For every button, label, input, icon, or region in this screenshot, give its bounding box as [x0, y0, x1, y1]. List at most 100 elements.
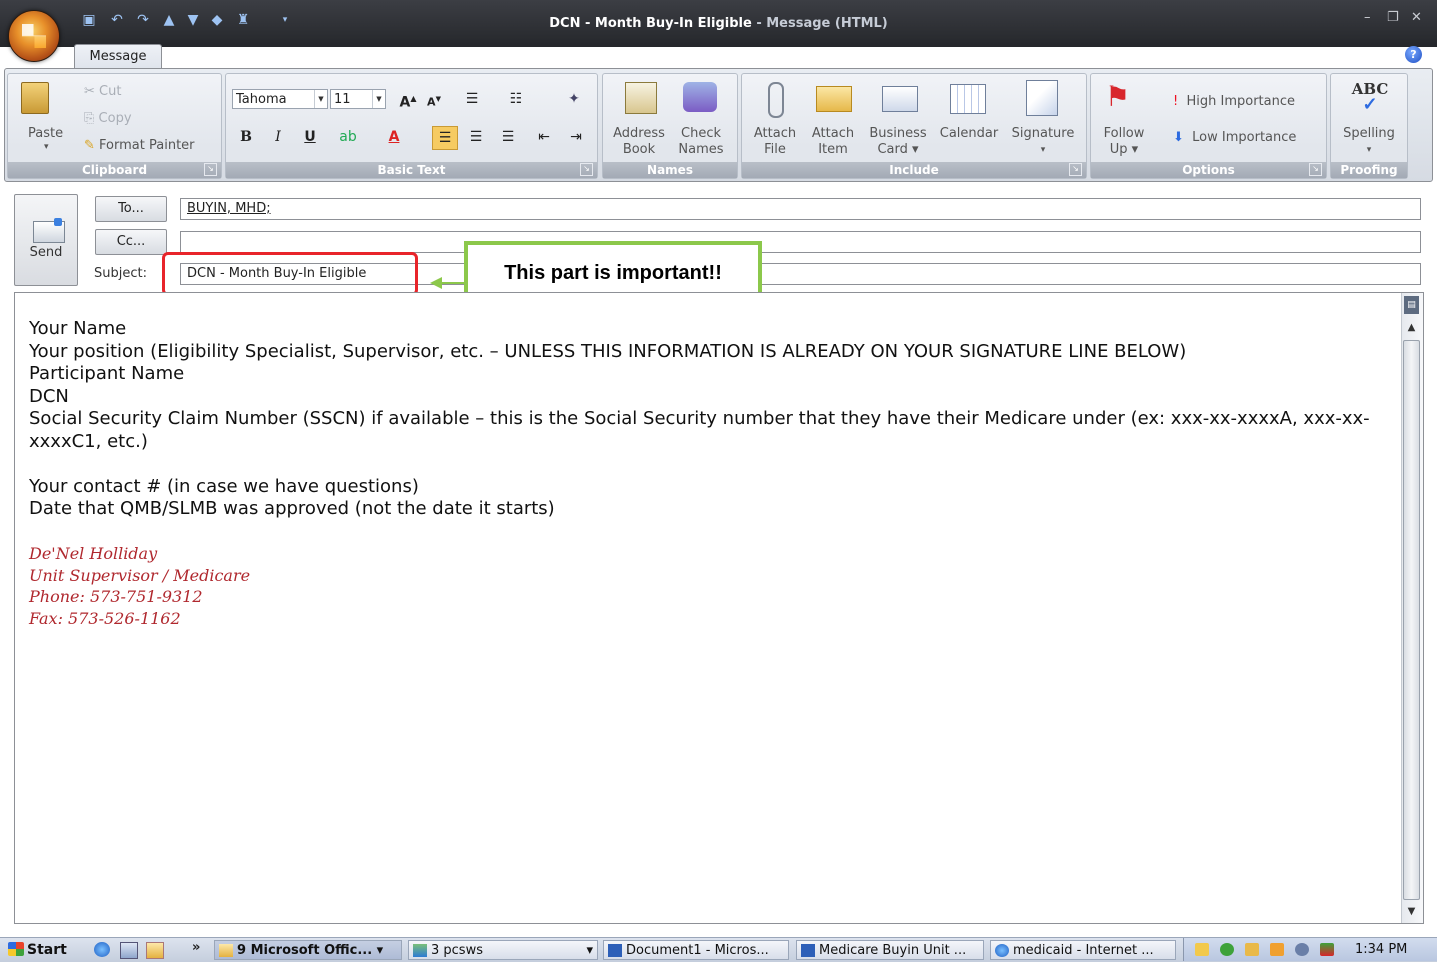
business-card-button[interactable]: Business Card ▾	[862, 126, 934, 158]
scroll-down-icon[interactable]: ▼	[1404, 906, 1419, 917]
options-group: ⚑ Follow Up ▾ ! High Importance ⬇ Low Im…	[1090, 73, 1327, 179]
paste-button[interactable]: Paste	[28, 126, 63, 141]
follow-up-button[interactable]: Follow Up ▾	[1093, 126, 1155, 158]
body-line: Your Name	[29, 318, 127, 339]
tab-insert[interactable]: Insert	[176, 44, 246, 68]
mail-tray-icon[interactable]	[1195, 943, 1209, 956]
paste-icon[interactable]	[21, 82, 49, 114]
clipboard-launcher-icon[interactable]: ↘	[204, 163, 217, 176]
scroll-up-icon[interactable]: ▲	[1404, 322, 1419, 333]
body-line: Social Security Claim Number (SSCN) if a…	[29, 408, 1370, 452]
outlook-quicklaunch-icon[interactable]	[146, 942, 164, 959]
italic-icon[interactable]: I	[266, 126, 290, 148]
ie-icon	[995, 944, 1009, 957]
tab-developer[interactable]: Developer	[482, 44, 578, 68]
send-button[interactable]	[14, 194, 78, 286]
signature-title: Unit Supervisor / Medicare	[29, 565, 251, 585]
business-card-icon[interactable]	[882, 86, 918, 112]
taskbar-item-pcsws[interactable]: 3 pcsws ▾	[408, 940, 598, 960]
align-left-icon[interactable]: ☰	[432, 126, 458, 150]
format-painter-button[interactable]: ✎ Format Painter	[84, 138, 195, 153]
outlook-tray-icon[interactable]	[1245, 943, 1259, 956]
signature-button[interactable]: Signature	[1004, 126, 1082, 142]
font-dropdown-icon[interactable]: ▼	[314, 90, 327, 108]
signature-icon[interactable]	[1026, 80, 1058, 116]
bullets-icon[interactable]: ☰	[460, 88, 484, 110]
spelling-dropdown-icon[interactable]: ▾	[1331, 142, 1407, 158]
quicklaunch-more-icon[interactable]: »	[192, 940, 200, 955]
message-body-text[interactable]: Your Name Your position (Eligibility Spe…	[29, 318, 1379, 521]
taskbar-item-medicare-buyin[interactable]: Medicare Buyin Unit ...	[796, 940, 984, 960]
paperclip-icon[interactable]	[768, 82, 784, 118]
office-button[interactable]	[8, 10, 60, 62]
font-color-icon[interactable]: A	[382, 126, 406, 148]
close-icon[interactable]: ✕	[1411, 10, 1422, 25]
options-launcher-icon[interactable]: ↘	[1309, 163, 1322, 176]
underline-icon[interactable]: U	[298, 126, 322, 148]
network-tray-icon[interactable]	[1220, 943, 1234, 956]
cc-button[interactable]: Cc...	[95, 229, 167, 255]
basic-text-launcher-icon[interactable]: ↘	[580, 163, 593, 176]
cc-field[interactable]	[180, 231, 1421, 253]
low-importance-icon: ⬇	[1173, 130, 1184, 145]
attach-file-button[interactable]: Attach File	[746, 126, 804, 158]
restore-icon[interactable]: ❐	[1387, 10, 1399, 25]
size-dropdown-icon[interactable]: ▼	[372, 90, 385, 108]
signature-name: De'Nel Holliday	[29, 544, 158, 563]
spelling-icon[interactable]: ABC ✓	[1345, 80, 1395, 114]
bold-icon[interactable]: B	[234, 126, 258, 148]
font-size-combo[interactable]: 11 ▼	[330, 89, 386, 109]
grow-font-icon[interactable]: A▲	[396, 88, 420, 111]
to-field[interactable]: BUYIN, MHD;	[180, 198, 1421, 220]
cut-button[interactable]: ✂ Cut	[84, 84, 121, 99]
window-title: DCN - Month Buy-In Eligible - Message (H…	[549, 16, 888, 31]
high-importance-button[interactable]: ! High Importance	[1173, 94, 1295, 109]
attach-item-icon[interactable]	[816, 86, 852, 112]
update-tray-icon[interactable]	[1295, 943, 1309, 956]
address-book-icon[interactable]	[625, 82, 657, 114]
calendar-button[interactable]: Calendar	[932, 126, 1006, 142]
low-importance-button[interactable]: ⬇ Low Importance	[1173, 130, 1296, 145]
desktop-quicklaunch-icon[interactable]	[120, 942, 138, 959]
attach-item-button[interactable]: Attach Item	[804, 126, 862, 158]
to-button[interactable]: To...	[95, 196, 167, 222]
align-right-icon[interactable]: ☰	[496, 126, 520, 148]
body-line	[29, 453, 1379, 476]
decrease-indent-icon[interactable]: ⇤	[532, 126, 556, 148]
align-center-icon[interactable]: ☰	[464, 126, 488, 148]
annotation-arrow-line	[440, 282, 466, 284]
font-name-combo[interactable]: Tahoma ▼	[232, 89, 328, 109]
ruler-toggle-icon[interactable]: ▤	[1404, 296, 1419, 314]
copy-button[interactable]: ⎘ Copy	[84, 111, 132, 126]
tab-format-text[interactable]: Format Text	[359, 44, 463, 68]
check-names-icon[interactable]	[683, 82, 717, 112]
numbering-icon[interactable]: ☷	[504, 88, 528, 110]
clock[interactable]: 1:34 PM	[1355, 942, 1407, 957]
signature-dropdown-icon[interactable]: ▾	[1004, 142, 1082, 158]
styles-icon[interactable]: ✦	[562, 88, 586, 110]
start-button[interactable]: Start	[8, 939, 76, 961]
follow-up-flag-icon[interactable]: ⚑	[1105, 82, 1130, 112]
help-icon[interactable]: ?	[1405, 46, 1422, 63]
address-book-button[interactable]: Address Book	[607, 126, 671, 158]
security-tray-icon[interactable]	[1270, 943, 1284, 956]
include-launcher-icon[interactable]: ↘	[1069, 163, 1082, 176]
tab-message[interactable]: Message	[74, 44, 162, 69]
scroll-thumb[interactable]	[1403, 340, 1420, 900]
to-recipient[interactable]: BUYIN, MHD;	[187, 201, 271, 216]
proofing-group-label: Proofing	[1331, 162, 1407, 178]
taskbar-item-office[interactable]: 9 Microsoft Offic... ▾	[214, 940, 402, 960]
taskbar-item-medicaid-ie[interactable]: medicaid - Internet ...	[990, 940, 1176, 960]
spelling-button[interactable]: Spelling	[1331, 126, 1407, 142]
volume-tray-icon[interactable]	[1320, 943, 1334, 956]
increase-indent-icon[interactable]: ⇥	[564, 126, 588, 148]
minimize-icon[interactable]: –	[1364, 10, 1371, 25]
calendar-icon[interactable]	[950, 84, 986, 114]
highlight-icon[interactable]: ab	[336, 126, 360, 148]
check-names-button[interactable]: Check Names	[669, 126, 733, 158]
paste-dropdown-icon[interactable]: ▾	[44, 142, 49, 152]
taskbar-item-document1[interactable]: Document1 - Micros...	[603, 940, 789, 960]
shrink-font-icon[interactable]: A▼	[422, 88, 446, 110]
ie-quicklaunch-icon[interactable]	[94, 942, 110, 957]
tab-options[interactable]: Options	[260, 44, 342, 68]
